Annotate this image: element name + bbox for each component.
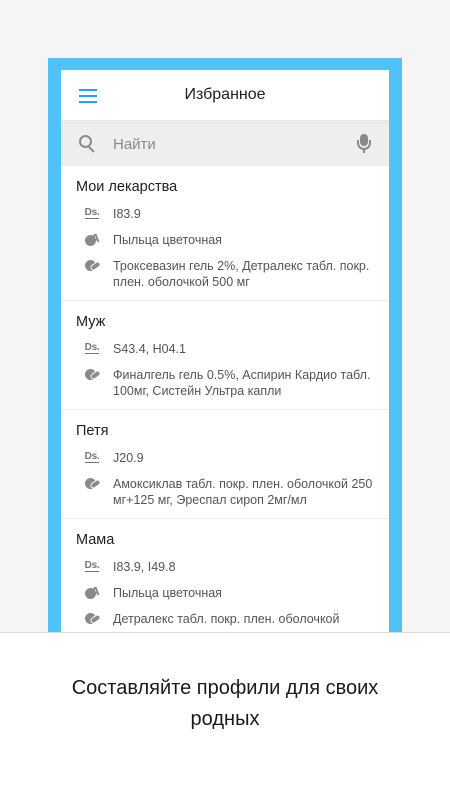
promo-caption: Составляйте профили для своих родных [71,677,379,730]
diagnosis-text: S43.4, H04.1 [113,342,186,356]
allergy-row: A Пыльца цветочная [76,232,375,248]
medication-text: Амоксиклав табл. покр. плен. оболочкой 2… [113,477,373,507]
diagnosis-icon: Ds. [84,560,100,572]
diagnosis-text: I83.9 [113,207,141,221]
hamburger-menu-icon[interactable] [79,89,97,103]
phone-frame: Избранное Мои лекарства Ds. I83.9 A Пыль… [48,58,402,670]
profile-card[interactable]: Мама Ds. I83.9, I49.8 A Пыльца цветочная… [61,519,389,638]
page-title: Избранное [184,86,266,103]
allergy-row: A Пыльца цветочная [76,585,375,601]
allergy-text: Пыльца цветочная [113,233,222,247]
microphone-icon[interactable] [357,134,371,154]
medication-text: Детралекс табл. покр. плен. оболочкой [113,612,340,626]
profile-name: Муж [76,314,106,330]
diagnosis-icon: Ds. [84,207,100,219]
diagnosis-row: Ds. I83.9 [76,206,375,222]
diagnosis-icon: Ds. [84,451,100,463]
profile-card[interactable]: Петя Ds. J20.9 Амоксиклав табл. покр. пл… [61,410,389,519]
allergy-icon: A [85,232,100,247]
medication-icon [84,612,102,626]
medication-icon [84,368,102,382]
app-bar: Избранное [61,70,389,121]
profile-name: Мои лекарства [76,179,178,195]
app-screen: Избранное Мои лекарства Ds. I83.9 A Пыль… [61,70,389,670]
diagnosis-text: J20.9 [113,451,144,465]
allergy-icon: A [85,585,100,600]
profile-card[interactable]: Муж Ds. S43.4, H04.1 Финалгель гель 0.5%… [61,301,389,410]
profile-name: Мама [76,532,115,548]
allergy-text: Пыльца цветочная [113,586,222,600]
profile-card[interactable]: Мои лекарства Ds. I83.9 A Пыльца цветочн… [61,166,389,301]
medication-row: Детралекс табл. покр. плен. оболочкой [76,611,375,627]
medication-text: Троксевазин гель 2%, Детралекс табл. пок… [113,259,370,289]
diagnosis-text: I83.9, I49.8 [113,560,176,574]
search-icon[interactable] [79,135,97,153]
diagnosis-row: Ds. I83.9, I49.8 [76,559,375,575]
medication-row: Троксевазин гель 2%, Детралекс табл. пок… [76,258,375,290]
profile-name: Петя [76,423,109,439]
medication-icon [84,259,102,273]
medication-text: Финалгель гель 0.5%, Аспирин Кардио табл… [113,368,371,398]
medication-icon [84,477,102,491]
diagnosis-row: Ds. J20.9 [76,450,375,466]
diagnosis-icon: Ds. [84,342,100,354]
medication-row: Амоксиклав табл. покр. плен. оболочкой 2… [76,476,375,508]
diagnosis-row: Ds. S43.4, H04.1 [76,341,375,357]
search-input[interactable] [113,135,357,153]
medication-row: Финалгель гель 0.5%, Аспирин Кардио табл… [76,367,375,399]
promo-caption-panel: Составляйте профили для своих родных [0,632,450,800]
search-bar [61,122,389,166]
